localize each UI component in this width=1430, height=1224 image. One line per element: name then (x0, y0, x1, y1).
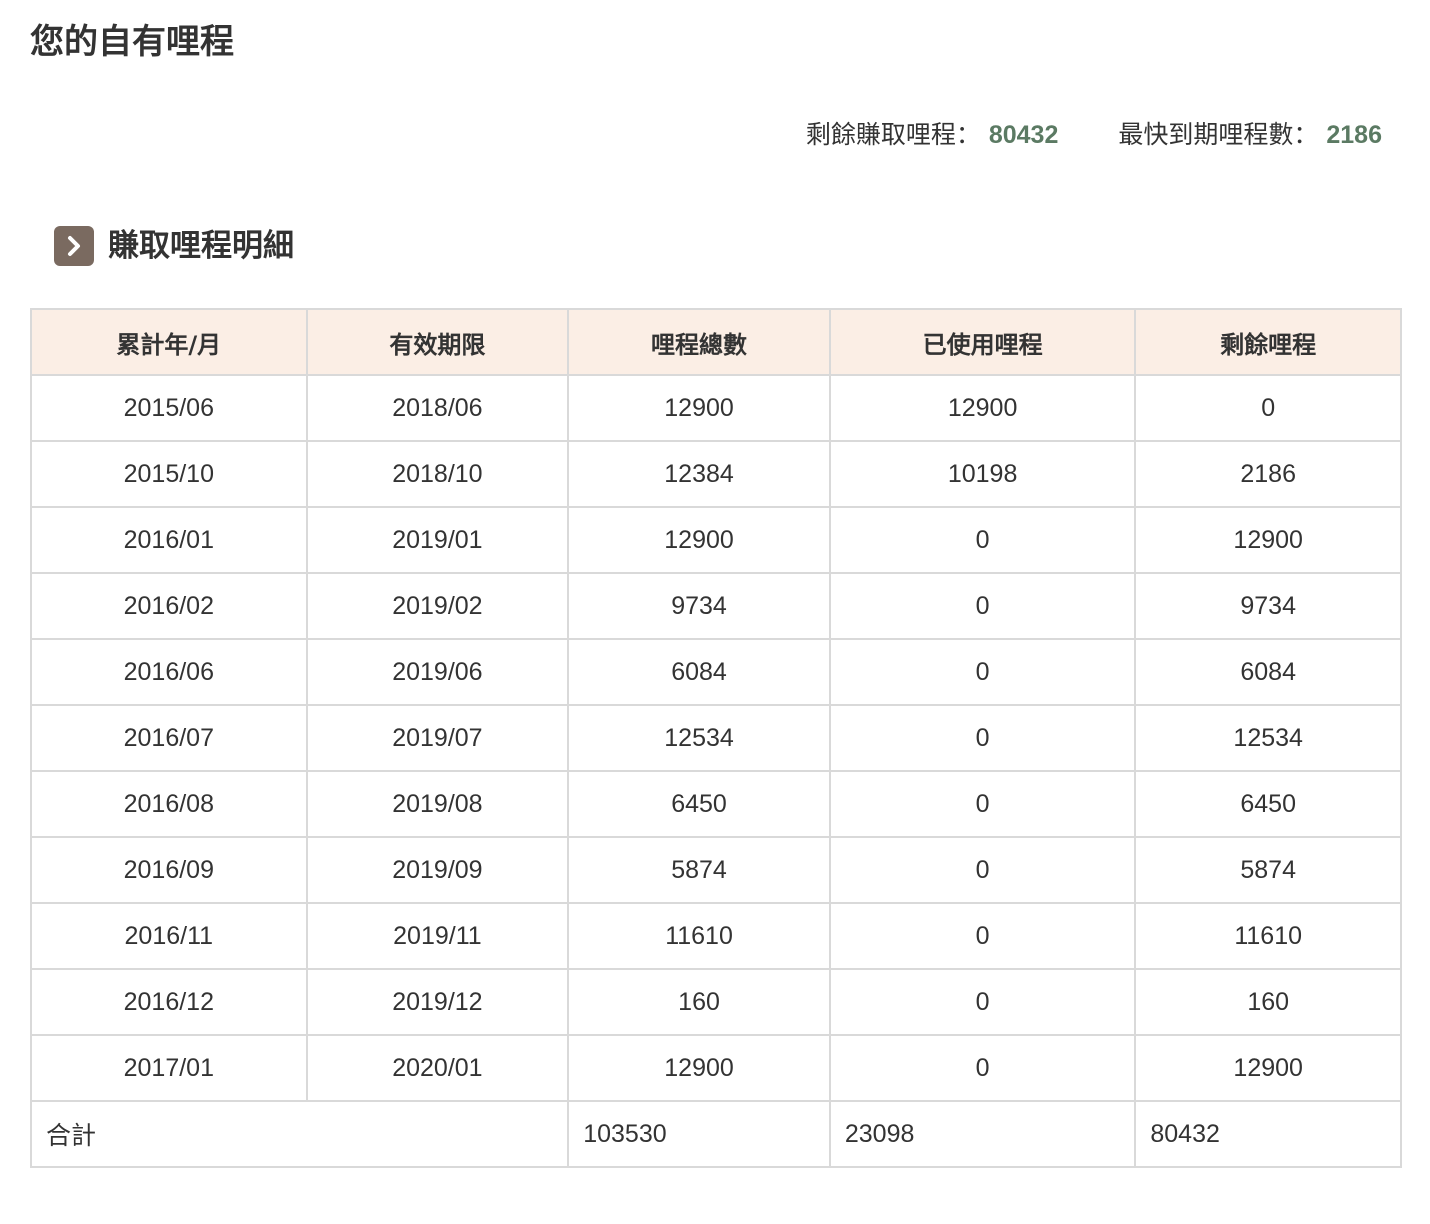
table-row: 2017/01 2020/01 12900 0 12900 (30, 1034, 1402, 1102)
accrual-month-cell: 2016/12 (30, 968, 308, 1036)
used-miles-cell: 0 (828, 638, 1137, 706)
remaining-miles-cell: 0 (1134, 374, 1402, 442)
expiring-miles-summary: 最快到期哩程數： 2186 (1118, 116, 1382, 154)
accrual-month-cell: 2016/11 (30, 902, 308, 970)
accrual-month-cell: 2016/08 (30, 770, 308, 838)
table-row: 2015/10 2018/10 12384 10198 2186 (30, 440, 1402, 508)
used-miles-cell: 0 (828, 704, 1137, 772)
chevron-right-icon (54, 226, 94, 266)
used-miles-cell: 12900 (828, 374, 1137, 442)
expiring-miles-value: 2186 (1326, 121, 1382, 149)
used-miles-cell: 0 (828, 836, 1137, 904)
total-miles-cell: 12384 (567, 440, 831, 508)
accrual-month-cell: 2016/02 (30, 572, 308, 640)
accrual-month-cell: 2016/06 (30, 638, 308, 706)
total-miles-cell: 5874 (567, 836, 831, 904)
remaining-miles-cell: 160 (1134, 968, 1402, 1036)
remaining-miles-cell: 9734 (1134, 572, 1402, 640)
accrual-month-cell: 2016/01 (30, 506, 308, 574)
total-miles-cell: 160 (567, 968, 831, 1036)
used-miles-cell: 0 (828, 902, 1137, 970)
table-row: 2016/12 2019/12 160 0 160 (30, 968, 1402, 1036)
remaining-miles-summary: 剩餘賺取哩程： 80432 (806, 116, 1059, 154)
used-miles-cell: 0 (828, 572, 1137, 640)
total-miles-cell: 6450 (567, 770, 831, 838)
column-header-expiry: 有效期限 (305, 308, 570, 376)
expiry-cell: 2018/10 (305, 440, 570, 508)
expiry-cell: 2019/01 (305, 506, 570, 574)
expiring-miles-label: 最快到期哩程數： (1118, 120, 1319, 149)
accrual-month-cell: 2015/10 (30, 440, 308, 508)
total-miles-cell: 12900 (567, 506, 831, 574)
remaining-miles-cell: 11610 (1134, 902, 1402, 970)
table-header-row: 累計年/月 有效期限 哩程總數 已使用哩程 剩餘哩程 (30, 308, 1402, 376)
column-header-used-miles: 已使用哩程 (828, 308, 1137, 376)
table-row: 2016/02 2019/02 9734 0 9734 (30, 572, 1402, 640)
section-header: 賺取哩程明細 (54, 222, 294, 270)
total-label: 合計 (29, 1100, 570, 1168)
table-row: 2016/08 2019/08 6450 0 6450 (30, 770, 1402, 838)
table-row: 2016/07 2019/07 12534 0 12534 (30, 704, 1402, 772)
column-header-total-miles: 哩程總數 (567, 308, 831, 376)
used-miles-cell: 0 (828, 968, 1137, 1036)
total-row: 合計 103530 23098 80432 (29, 1100, 1402, 1168)
expiry-cell: 2019/11 (305, 902, 570, 970)
expiry-cell: 2020/01 (305, 1034, 570, 1102)
total-miles-cell: 11610 (567, 902, 831, 970)
table-row: 2016/11 2019/11 11610 0 11610 (30, 902, 1402, 970)
expiry-cell: 2019/12 (305, 968, 570, 1036)
expiry-cell: 2019/02 (305, 572, 570, 640)
total-miles-cell: 9734 (567, 572, 831, 640)
remaining-miles-cell: 2186 (1134, 440, 1402, 508)
expiry-cell: 2019/07 (305, 704, 570, 772)
remaining-miles-cell: 6450 (1134, 770, 1402, 838)
total-miles-cell: 12534 (567, 704, 831, 772)
used-miles-cell: 0 (828, 506, 1137, 574)
column-header-remaining-miles: 剩餘哩程 (1134, 308, 1402, 376)
table-row: 2016/01 2019/01 12900 0 12900 (30, 506, 1402, 574)
remaining-miles-value: 80432 (988, 121, 1059, 149)
column-header-accrual-month: 累計年/月 (30, 308, 308, 376)
accrual-month-cell: 2015/06 (30, 374, 308, 442)
expiry-cell: 2018/06 (305, 374, 570, 442)
table-row: 2015/06 2018/06 12900 12900 0 (30, 374, 1402, 442)
used-miles-sum: 23098 (828, 1100, 1137, 1168)
remaining-miles-cell: 12900 (1134, 506, 1402, 574)
remaining-miles-label: 剩餘賺取哩程： (805, 120, 981, 149)
miles-summary: 剩餘賺取哩程： 80432 最快到期哩程數： 2186 (806, 116, 1382, 154)
expiry-cell: 2019/06 (305, 638, 570, 706)
remaining-miles-sum: 80432 (1134, 1100, 1402, 1168)
accrual-month-cell: 2017/01 (30, 1034, 308, 1102)
expiry-cell: 2019/08 (305, 770, 570, 838)
earned-miles-table: 累計年/月 有效期限 哩程總數 已使用哩程 剩餘哩程 2015/06 2018/… (29, 308, 1402, 1168)
remaining-miles-cell: 5874 (1134, 836, 1402, 904)
expiry-cell: 2019/09 (305, 836, 570, 904)
used-miles-cell: 0 (828, 1034, 1137, 1102)
remaining-miles-cell: 12900 (1134, 1034, 1402, 1102)
section-title: 賺取哩程明細 (108, 228, 294, 264)
table-row: 2016/09 2019/09 5874 0 5874 (30, 836, 1402, 904)
accrual-month-cell: 2016/07 (30, 704, 308, 772)
page-title: 您的自有哩程 (30, 22, 234, 62)
total-miles-sum: 103530 (567, 1100, 831, 1168)
total-miles-cell: 12900 (567, 374, 831, 442)
table-row: 2016/06 2019/06 6084 0 6084 (30, 638, 1402, 706)
used-miles-cell: 0 (828, 770, 1137, 838)
total-miles-cell: 6084 (567, 638, 831, 706)
remaining-miles-cell: 6084 (1134, 638, 1402, 706)
used-miles-cell: 10198 (828, 440, 1137, 508)
total-miles-cell: 12900 (567, 1034, 831, 1102)
accrual-month-cell: 2016/09 (30, 836, 308, 904)
remaining-miles-cell: 12534 (1134, 704, 1402, 772)
